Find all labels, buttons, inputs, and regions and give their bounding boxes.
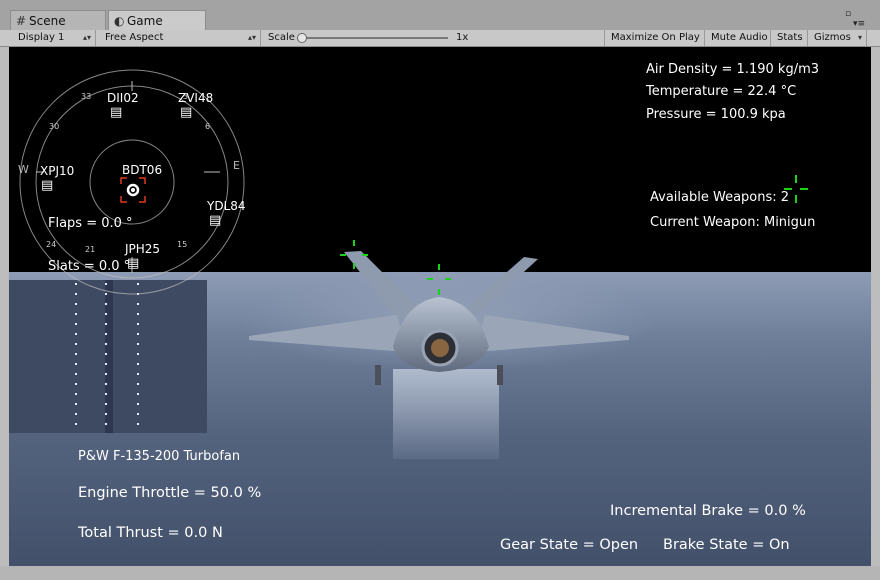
- engine-name: P&W F-135-200 Turbofan: [78, 449, 241, 464]
- radar-center-label: BDT06: [122, 163, 163, 177]
- dropdown-arrow-icon: ▾: [857, 33, 862, 42]
- aspect-dropdown[interactable]: Free Aspect ▴▾: [99, 30, 261, 46]
- gizmos-dropdown[interactable]: Gizmos ▾: [808, 30, 867, 46]
- jet-tail-left: [344, 251, 425, 319]
- aircraft-marker-icon[interactable]: ▤: [209, 213, 221, 228]
- current-weapon-readout: Current Weapon: Minigun: [650, 215, 816, 230]
- flaps-readout: Flaps = 0.0 °: [48, 216, 133, 231]
- scale-value: 1x: [456, 32, 469, 43]
- maximize-on-play-button[interactable]: Maximize On Play: [604, 30, 705, 46]
- player-marker-icon: [120, 177, 146, 203]
- radar-contact-label: XPJ10: [40, 164, 75, 178]
- engine-throttle-readout: Engine Throttle = 50.0 %: [78, 485, 262, 501]
- radar-tick-21: 21: [85, 245, 96, 254]
- aircraft-marker-icon[interactable]: ▤: [110, 105, 122, 120]
- aircraft-marker-icon[interactable]: ▤: [180, 105, 192, 120]
- display-dropdown[interactable]: Display 1 ▴▾: [12, 30, 96, 46]
- maximize-on-play-label: Maximize On Play: [611, 32, 700, 43]
- scale-slider-track[interactable]: [300, 37, 448, 39]
- jet-gear-right: [497, 365, 503, 385]
- radar-tick-6: 6: [205, 122, 211, 131]
- radar-contact-label: DII02: [107, 91, 139, 105]
- tab-game-label: Game: [127, 14, 163, 28]
- window-bottom-border: [0, 566, 880, 580]
- game-toolbar: Display 1 ▴▾ Free Aspect ▴▾ Scale 1x Max…: [0, 30, 880, 47]
- dropdown-arrow-icon: ▴▾: [82, 33, 91, 42]
- brake-state-readout: Brake State = On: [663, 537, 790, 553]
- radar-tick-w: W: [18, 163, 29, 176]
- tab-scene-label: Scene: [29, 14, 66, 28]
- slats-readout: Slats = 0.0 °: [48, 259, 131, 274]
- incremental-brake-readout: Incremental Brake = 0.0 %: [610, 503, 806, 519]
- available-weapons-readout: Available Weapons: 2: [650, 190, 790, 205]
- dropdown-arrow-icon: ▴▾: [247, 33, 256, 42]
- scale-slider-thumb[interactable]: [297, 33, 307, 43]
- radar-tick-33: 33: [81, 92, 92, 101]
- jet-wing-right: [475, 315, 629, 352]
- radar-tick-24: 24: [46, 240, 57, 249]
- tab-scene[interactable]: # Scene: [10, 10, 106, 30]
- aircraft-marker-icon[interactable]: ▤: [41, 178, 53, 193]
- stats-label: Stats: [777, 32, 803, 43]
- radar-tick-e: E: [233, 159, 240, 172]
- air-density-readout: Air Density = 1.190 kg/m3: [646, 62, 820, 77]
- game-viewport[interactable]: 33 3 30 6 W E 24 15 21 DII02 ▤ ZVI48 ▤ X…: [9, 47, 871, 566]
- stats-button[interactable]: Stats: [771, 30, 808, 46]
- radar-contact-label: JPH25: [125, 242, 161, 256]
- tab-bar: # Scene ◐ Game ▫ ▾≡: [0, 0, 880, 31]
- aspect-dropdown-label: Free Aspect: [105, 32, 164, 43]
- maximize-window-icon[interactable]: ▫: [845, 9, 851, 19]
- scale-label: Scale: [268, 32, 295, 43]
- jet-wing-left: [249, 315, 407, 352]
- radar-contact-label: YDL84: [207, 199, 246, 213]
- pacman-icon: ◐: [114, 14, 125, 28]
- total-thrust-readout: Total Thrust = 0.0 N: [78, 525, 223, 541]
- radar-tick-15: 15: [177, 240, 188, 249]
- mute-audio-label: Mute Audio: [711, 32, 768, 43]
- mute-audio-button[interactable]: Mute Audio: [705, 30, 771, 46]
- radar-contact-label: ZVI48: [178, 91, 214, 105]
- display-dropdown-label: Display 1: [18, 32, 65, 43]
- temperature-readout: Temperature = 22.4 °C: [646, 84, 797, 99]
- boresight-reticle: [427, 264, 451, 295]
- grid-icon: #: [16, 14, 27, 28]
- jet-gear-left: [375, 365, 381, 385]
- radar-tick-30: 30: [49, 122, 60, 131]
- gizmos-label: Gizmos: [814, 32, 851, 43]
- tab-game[interactable]: ◐ Game: [108, 10, 206, 31]
- pressure-readout: Pressure = 100.9 kpa: [646, 107, 786, 122]
- gear-state-readout: Gear State = Open: [500, 537, 639, 553]
- window-menu-icon[interactable]: ▾≡: [853, 19, 865, 29]
